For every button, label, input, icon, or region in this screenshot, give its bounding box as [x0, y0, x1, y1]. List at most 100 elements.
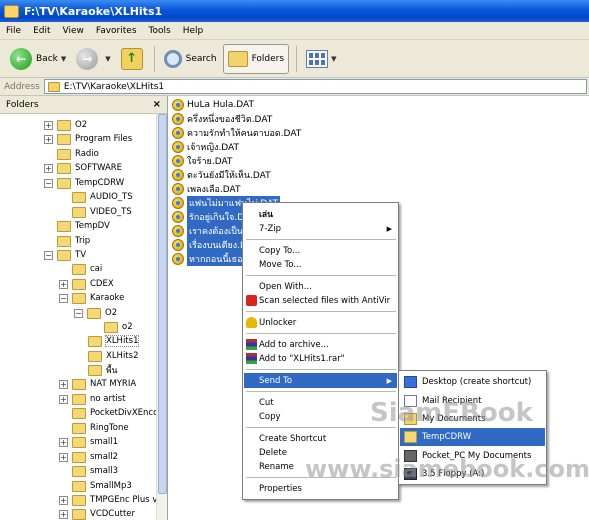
tree-item-smallmp3[interactable]: SmallMp3 — [72, 479, 132, 493]
tree-item-small1[interactable]: + small1 — [59, 435, 118, 449]
menu-item-add-to-rar[interactable]: Add to "XLHits1.rar" — [244, 351, 397, 366]
file-item[interactable]: เพลงเลือ.DAT — [172, 182, 241, 196]
expand-icon[interactable]: + — [59, 495, 68, 505]
collapse-icon[interactable]: − — [44, 178, 53, 188]
file-item[interactable]: ตะวันยังมีให้เห็น.DAT — [172, 168, 271, 182]
file-item-selected[interactable]: หากถอนนี้เธอ — [172, 252, 245, 266]
menu-item-move-to[interactable]: Move To... — [244, 257, 397, 272]
sendto-tempcdrw[interactable]: TempCDRW — [400, 428, 545, 446]
tree-item-vcdcutter[interactable]: + VCDCutter — [59, 507, 135, 520]
expand-icon[interactable]: + — [44, 134, 53, 144]
tree-item-karaoke[interactable]: − Karaoke — [59, 291, 124, 305]
menu-favorites[interactable]: Favorites — [96, 26, 137, 36]
expand-icon[interactable]: + — [44, 163, 53, 173]
expand-icon[interactable]: + — [59, 437, 68, 447]
send-to-submenu: Desktop (create shortcut) Mail Recipient… — [398, 370, 547, 485]
menu-item-scan-antivir[interactable]: Scan selected files with AntiVir — [244, 293, 397, 308]
menu-tools[interactable]: Tools — [149, 26, 171, 36]
menu-item-add-to-archive[interactable]: Add to archive... — [244, 337, 397, 352]
file-item-selected[interactable]: เรื่องบนเตียง.D — [172, 238, 249, 252]
tree-item-xlhits1[interactable]: XLHits1 — [88, 334, 140, 348]
tree-item-radio[interactable]: Radio — [57, 147, 99, 161]
menu-item-rename[interactable]: Rename — [244, 459, 397, 474]
tree-item-xlhits2[interactable]: XLHits2 — [88, 349, 138, 363]
tree-item-video-ts[interactable]: VIDEO_TS — [72, 205, 132, 219]
menu-file[interactable]: File — [6, 26, 21, 36]
tree-item-o2[interactable]: + O2 — [44, 118, 87, 132]
tree-item-karaoke-o2[interactable]: − O2 — [74, 306, 117, 320]
file-item[interactable]: ใจร้าย.DAT — [172, 154, 232, 168]
address-input[interactable]: E:\TV\Karaoke\XLHits1 — [43, 79, 587, 94]
chevron-down-icon[interactable]: ▼ — [105, 55, 110, 63]
tree-item-cdex[interactable]: + CDEX — [59, 277, 114, 291]
tree-item-no-artist[interactable]: + no artist — [59, 392, 125, 406]
expand-icon[interactable]: + — [59, 452, 68, 462]
menu-view[interactable]: View — [63, 26, 84, 36]
tree-item-software[interactable]: + SOFTWARE — [44, 161, 122, 175]
tree-item-phuen[interactable]: พื้น — [88, 363, 117, 377]
tree-item-audio-ts[interactable]: AUDIO_TS — [72, 190, 133, 204]
tree-item-tv[interactable]: − TV — [44, 248, 86, 262]
tree-item-tempcdrw[interactable]: − TempCDRW — [44, 176, 124, 190]
menu-item-copy-to[interactable]: Copy To... — [244, 243, 397, 258]
sendto-mail-recipient[interactable]: Mail Recipient — [400, 392, 545, 410]
tree-item-nat-myria[interactable]: + NAT MYRIA — [59, 377, 136, 391]
menu-item-send-to[interactable]: Send To ▶ — [244, 373, 397, 388]
menu-item-create-shortcut[interactable]: Create Shortcut — [244, 431, 397, 446]
views-button[interactable]: ▼ — [302, 44, 340, 74]
tree-item-tmpgenc[interactable]: + TMPGEnc Plus v2 — [59, 493, 163, 507]
collapse-icon[interactable]: − — [59, 293, 68, 303]
tree-item-small2[interactable]: + small2 — [59, 450, 118, 464]
tree-item-program-files[interactable]: + Program Files — [44, 132, 132, 146]
menu-item-open-with[interactable]: Open With... — [244, 279, 397, 294]
file-item-selected[interactable]: เราคงต้องเป็น — [172, 224, 245, 238]
menu-item-unlocker[interactable]: Unlocker — [244, 315, 397, 330]
menu-item-copy[interactable]: Copy — [244, 409, 397, 424]
tree-item-ringtone[interactable]: RingTone — [72, 421, 129, 435]
menu-item-play[interactable]: เล่น — [244, 206, 397, 221]
scrollbar-thumb[interactable] — [158, 114, 167, 494]
search-button[interactable]: Search — [160, 44, 221, 74]
tree-item-tempdv[interactable]: TempDV — [57, 219, 110, 233]
file-item[interactable]: ความรักทำให้คนตาบอด.DAT — [172, 126, 301, 140]
views-icon — [306, 49, 329, 68]
sendto-my-documents[interactable]: My Documents — [400, 410, 545, 428]
folders-scrollbar[interactable] — [156, 114, 167, 520]
sendto-desktop[interactable]: Desktop (create shortcut) — [400, 373, 545, 391]
tree-item-trip[interactable]: Trip — [57, 234, 90, 248]
menu-item-properties[interactable]: Properties — [244, 481, 397, 496]
collapse-icon[interactable]: − — [74, 308, 83, 318]
collapse-icon[interactable]: − — [44, 250, 53, 260]
expand-icon[interactable]: + — [59, 509, 68, 519]
up-button[interactable]: ↑ — [117, 44, 147, 74]
menu-item-delete[interactable]: Delete — [244, 445, 397, 460]
sendto-pocket-pc[interactable]: Pocket_PC My Documents — [400, 447, 545, 465]
tree-item-cai[interactable]: cai — [72, 262, 102, 276]
chevron-down-icon[interactable]: ▼ — [61, 55, 66, 63]
file-item-selected[interactable]: รักอยู่เกินใจ.D — [172, 210, 247, 224]
close-icon[interactable]: × — [153, 99, 161, 110]
back-arrow-icon: ← — [10, 47, 32, 70]
expand-icon[interactable]: + — [59, 394, 68, 404]
expand-icon[interactable]: + — [59, 279, 68, 289]
toolbar-separator — [296, 45, 298, 72]
menu-edit[interactable]: Edit — [33, 26, 50, 36]
file-item[interactable]: เจ้าหญิง.DAT — [172, 140, 239, 154]
menu-item-7zip[interactable]: 7-Zip ▶ — [244, 221, 397, 236]
expand-icon[interactable]: + — [59, 379, 68, 389]
file-item[interactable]: ครึ่งหนึ่งของชีวิต.DAT — [172, 112, 272, 126]
menu-item-cut[interactable]: Cut — [244, 395, 397, 410]
file-item[interactable]: HuLa Hula.DAT — [172, 98, 254, 112]
tree-item-pocketdivxencod[interactable]: PocketDivXEncod — [72, 406, 164, 420]
forward-button[interactable]: → ▼ — [72, 44, 114, 74]
sendto-floppy[interactable]: 3.5 Floppy (A:) — [400, 465, 545, 483]
tree-item-small3[interactable]: small3 — [72, 464, 118, 478]
expand-icon[interactable]: + — [44, 120, 53, 130]
folders-button[interactable]: Folders — [222, 43, 290, 74]
chevron-down-icon[interactable]: ▼ — [331, 55, 336, 63]
tree-item-o2-sub[interactable]: o2 — [104, 320, 133, 334]
menu-separator — [246, 391, 396, 392]
menu-help[interactable]: Help — [183, 26, 204, 36]
back-button[interactable]: ← Back ▼ — [6, 44, 70, 74]
menu-separator — [246, 275, 396, 276]
